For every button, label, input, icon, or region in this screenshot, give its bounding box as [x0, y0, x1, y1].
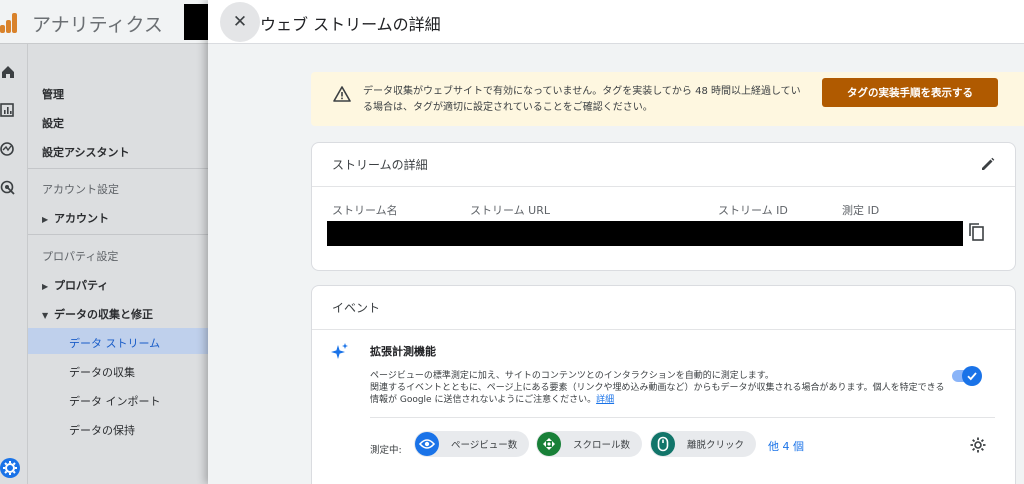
learn-more-link[interactable]: 詳細 [596, 395, 614, 405]
chip-outbound-clicks-label: 離脱クリック [687, 440, 745, 451]
warning-message: データ収集がウェブサイトで有効になっていません。タグを実装してから 48 時間以… [363, 86, 801, 113]
close-icon: ✕ [232, 12, 248, 32]
caret-right-icon: ▶ [42, 282, 49, 291]
chip-page-views[interactable]: ページビュー数 [414, 431, 530, 457]
redacted-stream-values [327, 221, 963, 246]
toggle-knob [962, 366, 982, 386]
gear-icon[interactable] [969, 436, 987, 454]
warning-banner: データ収集がウェブサイトで有効になっていません。タグを実装してから 48 時間以… [311, 72, 1024, 126]
nav-sub-data-collection[interactable]: データの収集 [69, 364, 135, 380]
more-events-link[interactable]: 他 4 個 [768, 438, 804, 454]
nav-item-property-label: プロパティ [54, 279, 109, 292]
events-title: イベント [332, 301, 381, 315]
reports-icon[interactable] [0, 102, 16, 118]
events-card: イベント 拡張計測機能 ページビューの標準測定に加え、サイトのコンテンツとのイン… [311, 285, 1016, 484]
measuring-label: 測定中: [370, 445, 402, 456]
nav-item-setup-assistant[interactable]: 設定アシスタント [42, 144, 130, 160]
warning-icon [333, 86, 351, 102]
nav-item-data-collection[interactable]: ▼ データの収集と修正 [42, 306, 153, 322]
enhanced-measurement-description: ページビューの標準測定に加え、サイトのコンテンツとのインタラクションを自動的に測… [370, 370, 950, 406]
chip-scrolls-label: スクロール数 [573, 440, 631, 451]
events-header: イベント [312, 286, 1015, 330]
nav-item-data-collection-label: データの収集と修正 [54, 308, 153, 321]
nav-divider [28, 168, 208, 169]
enhanced-desc-line1: ページビューの標準測定に加え、サイトのコンテンツとのインタラクションを自動的に測… [370, 371, 774, 381]
mouse-icon [651, 432, 675, 456]
nav-item-account[interactable]: ▶ アカウント [42, 210, 109, 226]
chip-page-views-label: ページビュー数 [451, 440, 518, 451]
eye-icon [415, 432, 439, 456]
home-icon[interactable] [0, 64, 16, 80]
copy-icon[interactable] [967, 222, 987, 242]
caret-down-icon: ▼ [42, 311, 49, 320]
col-stream-url: ストリーム URL [470, 204, 550, 217]
panel-header: ✕ ウェブ ストリームの詳細 [208, 0, 1024, 44]
advertising-icon[interactable] [0, 180, 16, 196]
chip-outbound-clicks[interactable]: 離脱クリック [650, 431, 757, 457]
sparkle-icon [331, 343, 348, 359]
nav-item-settings[interactable]: 設定 [42, 115, 64, 131]
col-stream-name: ストリーム名 [332, 204, 398, 217]
col-stream-id: ストリーム ID [718, 204, 788, 217]
caret-right-icon: ▶ [42, 215, 49, 224]
col-measurement-id: 測定 ID [842, 204, 880, 217]
scroll-icon [537, 432, 561, 456]
enhanced-measurement-title: 拡張計測機能 [370, 345, 436, 358]
admin-nav: 管理 設定 設定アシスタント アカウント設定 ▶ アカウント プロパティ設定 ▶ プ… [28, 44, 208, 484]
stream-details-header: ストリームの詳細 [312, 143, 1015, 187]
enhanced-desc-line2: 関連するイベントとともに、ページ上にある要素（リンクや埋め込み動画など）からもデ… [370, 382, 950, 406]
enhanced-measurement-toggle[interactable] [952, 366, 982, 386]
events-divider [370, 417, 995, 418]
nav-sub-data-import[interactable]: データ インポート [69, 393, 161, 409]
stream-details-card: ストリームの詳細 ストリーム名 ストリーム URL ストリーム ID 測定 ID [311, 142, 1016, 271]
view-tag-instructions-button[interactable]: タグの実装手順を表示する [822, 78, 998, 107]
nav-sub-data-streams[interactable]: データ ストリーム [69, 335, 160, 351]
nav-section-property-settings[interactable]: プロパティ設定 [42, 248, 118, 264]
edit-pencil-icon[interactable] [979, 155, 997, 173]
stream-details-title: ストリームの詳細 [332, 158, 428, 172]
admin-gear-icon[interactable] [0, 458, 20, 478]
nav-item-property[interactable]: ▶ プロパティ [42, 277, 108, 293]
analytics-logo [0, 11, 17, 33]
nav-divider [28, 234, 208, 235]
web-stream-details-panel: ✕ ウェブ ストリームの詳細 データ収集がウェブサイトで有効になっていません。タ… [208, 0, 1024, 484]
chip-scrolls[interactable]: スクロール数 [536, 431, 643, 457]
nav-sub-data-retention[interactable]: データの保持 [69, 422, 135, 438]
explore-icon[interactable] [0, 141, 16, 157]
app-title: アナリティクス [32, 14, 163, 36]
nav-item-account-label: アカウント [54, 212, 109, 225]
close-button[interactable]: ✕ [220, 2, 260, 42]
enhanced-desc-line2-text: 関連するイベントとともに、ページ上にある要素（リンクや埋め込み動画など）からもデ… [370, 383, 945, 405]
check-icon [967, 372, 977, 381]
redacted-account-name [184, 4, 208, 40]
icon-rail [0, 44, 28, 484]
panel-title: ウェブ ストリームの詳細 [260, 15, 441, 34]
nav-item-admin[interactable]: 管理 [42, 86, 64, 102]
nav-section-account-settings[interactable]: アカウント設定 [42, 181, 119, 197]
